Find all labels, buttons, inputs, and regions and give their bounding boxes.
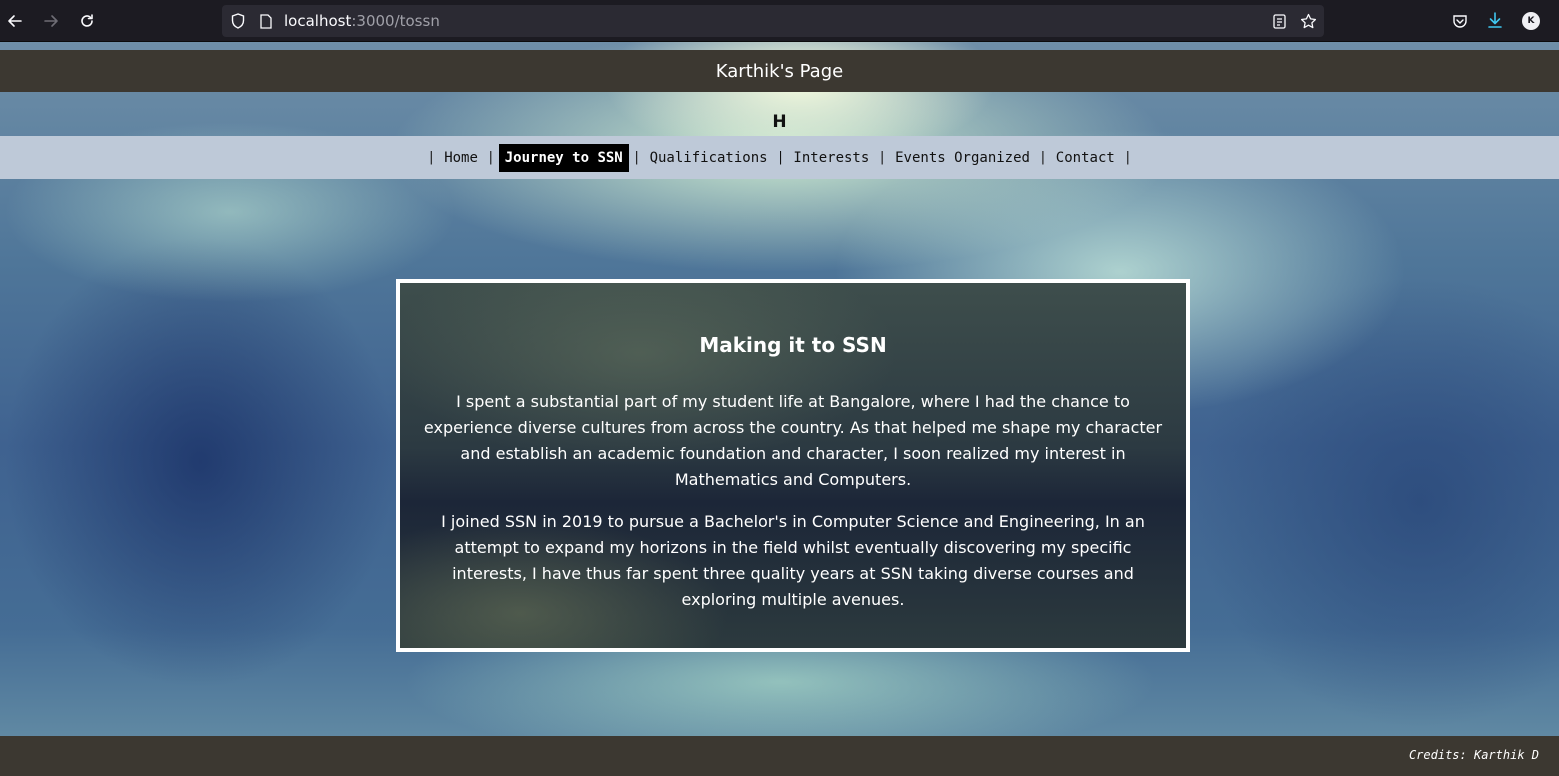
url-bar[interactable]: localhost:3000/tossn: [222, 5, 1324, 37]
nav-link-contact[interactable]: Contact: [1051, 145, 1120, 171]
nav-separator: |: [776, 150, 785, 165]
nav-link-home[interactable]: Home: [439, 145, 483, 171]
account-avatar[interactable]: K: [1522, 12, 1540, 30]
arrow-left-icon[interactable]: [3, 9, 27, 33]
nav-separator: |: [427, 150, 436, 165]
url-host: localhost: [284, 12, 352, 30]
site-footer: Credits: Karthik D: [0, 736, 1559, 776]
content-card: Making it to SSN I spent a substantial p…: [396, 279, 1190, 652]
logo-letter: H: [772, 112, 787, 132]
browser-toolbar: localhost:3000/tossn K: [0, 0, 1559, 42]
pocket-icon[interactable]: [1451, 12, 1469, 30]
nav-link-journey-to-ssn[interactable]: Journey to SSN: [498, 143, 629, 172]
card-paragraph: I spent a substantial part of my student…: [423, 392, 1163, 489]
nav-separator: |: [632, 150, 641, 165]
reader-view-icon[interactable]: [1271, 13, 1287, 29]
site-title: Karthik's Page: [715, 60, 844, 82]
nav-separator: |: [1123, 150, 1132, 165]
shield-icon[interactable]: [230, 13, 246, 29]
site-header: Karthik's Page: [0, 50, 1559, 92]
nav-separator: |: [1038, 150, 1047, 165]
main-nav: | Home | Journey to SSN | Qualifications…: [0, 136, 1559, 179]
page-viewport: Karthik's Page H | Home | Journey to SSN…: [0, 42, 1559, 776]
url-path: :3000/tossn: [351, 12, 440, 30]
footer-credits: Credits: Karthik D: [1408, 748, 1539, 762]
card-title: Making it to SSN: [699, 333, 887, 357]
star-icon[interactable]: [1299, 12, 1317, 30]
nav-link-qualifications[interactable]: Qualifications: [645, 145, 773, 171]
card-paragraph: I joined SSN in 2019 to pursue a Bachelo…: [441, 512, 1145, 609]
download-icon[interactable]: [1486, 11, 1504, 29]
nav-separator: |: [486, 150, 495, 165]
url-text: localhost:3000/tossn: [284, 5, 440, 37]
nav-link-events-organized[interactable]: Events Organized: [890, 145, 1035, 171]
nav-link-interests[interactable]: Interests: [788, 145, 874, 171]
reload-icon[interactable]: [75, 9, 99, 33]
arrow-right-icon[interactable]: [39, 9, 63, 33]
page-icon[interactable]: [258, 13, 274, 29]
nav-separator: |: [878, 150, 887, 165]
